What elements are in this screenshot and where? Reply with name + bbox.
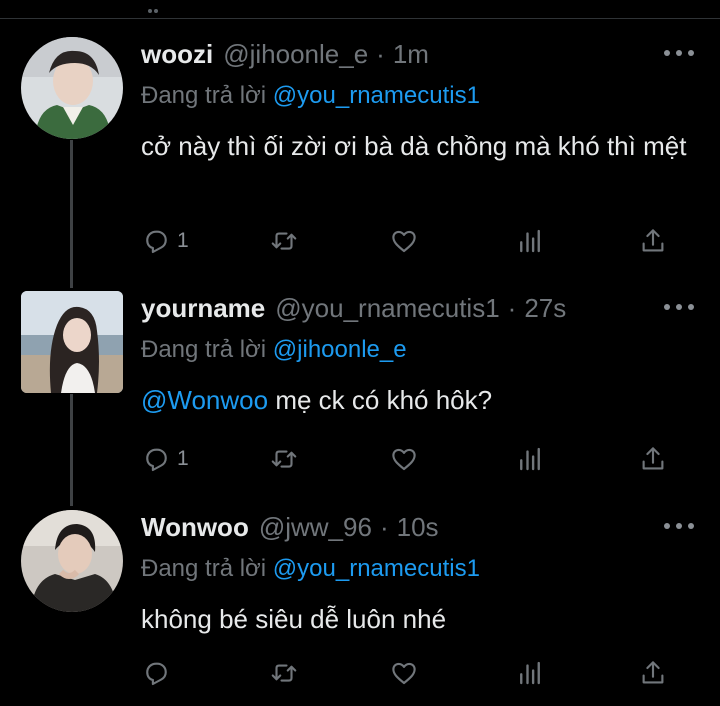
reply-icon: [146, 662, 167, 686]
separator-dot: ·: [376, 39, 385, 69]
top-divider: [0, 18, 720, 19]
share-icon: [642, 661, 664, 684]
replying-label: Đang trả lời: [141, 336, 273, 363]
like-button[interactable]: [389, 442, 419, 476]
like-button[interactable]: [389, 224, 419, 258]
retweet-button[interactable]: [269, 442, 299, 476]
user-handle[interactable]: @jihoonle_e: [223, 37, 368, 71]
separator-dot: ·: [379, 512, 389, 542]
replying-to: Đang trả lời @you_rnamecutis1: [141, 81, 480, 111]
tweet-header: Wonwoo @jww_96 · 10s: [141, 510, 439, 544]
replying-label: Đang trả lời: [141, 82, 273, 109]
tweet-header: yourname @you_rnamecutis1 · 27s: [141, 291, 566, 325]
like-button[interactable]: [389, 656, 419, 690]
tweet[interactable]: Wonwoo @jww_96 · 10s Đang trả lời @you_r…: [0, 510, 720, 706]
tweet-text: không bé siêu dễ luôn nhé: [141, 598, 701, 640]
replying-to: Đang trả lời @you_rnamecutis1: [141, 554, 480, 584]
display-name[interactable]: yourname: [141, 291, 265, 325]
display-name[interactable]: Wonwoo: [141, 510, 249, 544]
body-text: không bé siêu dễ luôn nhé: [141, 604, 447, 634]
tweet[interactable]: yourname @you_rnamecutis1 · 27s Đang trả…: [0, 291, 720, 491]
timestamp[interactable]: 10s: [397, 510, 439, 544]
share-button[interactable]: [638, 656, 668, 690]
body-mention[interactable]: @Wonwoo: [141, 385, 268, 415]
reply-button[interactable]: 1: [141, 442, 189, 476]
share-icon: [642, 229, 664, 252]
more-icon[interactable]: [664, 518, 694, 534]
retweet-button[interactable]: [269, 656, 299, 690]
views-button[interactable]: [515, 656, 545, 690]
body-text: cở này thì ối zời ơi bà dà chồng mà khó …: [141, 131, 687, 161]
replying-mention[interactable]: @you_rnamecutis1: [273, 82, 480, 109]
body-text: mẹ ck có khó hôk?: [268, 385, 493, 415]
reply-icon: [146, 448, 167, 472]
avatar[interactable]: [21, 291, 123, 393]
retweet-button[interactable]: [269, 224, 299, 258]
replying-label: Đang trả lời: [141, 555, 273, 582]
reply-icon: [146, 230, 167, 254]
more-icon[interactable]: [664, 45, 694, 61]
retweet-icon: [271, 664, 297, 682]
views-icon: [520, 447, 540, 471]
avatar-photo-yourname: [21, 291, 123, 393]
timestamp[interactable]: 27s: [524, 291, 566, 325]
views-button[interactable]: [515, 442, 545, 476]
retweet-icon: [271, 450, 297, 468]
action-bar: 1: [141, 442, 701, 476]
display-name[interactable]: woozi: [141, 37, 213, 71]
views-button[interactable]: [515, 224, 545, 258]
like-icon: [392, 662, 416, 685]
share-button[interactable]: [638, 224, 668, 258]
share-icon: [642, 447, 664, 470]
avatar-photo-wonwoo: [21, 510, 123, 612]
user-handle[interactable]: @you_rnamecutis1: [275, 291, 499, 325]
tweet-text: @Wonwoo mẹ ck có khó hôk?: [141, 379, 701, 421]
avatar[interactable]: [21, 510, 123, 612]
reply-count: 1: [177, 447, 189, 470]
reply-button[interactable]: 1: [141, 224, 189, 258]
separator-dot: ·: [507, 293, 517, 323]
user-handle[interactable]: @jww_96: [259, 510, 372, 544]
reply-button[interactable]: [141, 656, 177, 690]
action-bar: [141, 656, 701, 690]
top-overflow-indicator: [148, 0, 162, 13]
replying-mention[interactable]: @jihoonle_e: [273, 336, 407, 363]
retweet-icon: [271, 232, 297, 250]
tweet-text: cở này thì ối zời ơi bà dà chồng mà khó …: [141, 125, 701, 167]
reply-count: 1: [177, 229, 189, 252]
more-icon[interactable]: [664, 299, 694, 315]
avatar[interactable]: [21, 37, 123, 139]
share-button[interactable]: [638, 442, 668, 476]
tweet[interactable]: woozi @jihoonle_e · 1m Đang trả lời @you…: [0, 37, 720, 267]
replying-to: Đang trả lời @jihoonle_e: [141, 335, 407, 365]
like-icon: [392, 448, 416, 471]
like-icon: [392, 230, 416, 253]
avatar-photo-woozi: [21, 37, 123, 139]
action-bar: 1: [141, 224, 701, 258]
views-icon: [520, 661, 540, 685]
tweet-header: woozi @jihoonle_e · 1m: [141, 37, 429, 71]
views-icon: [520, 229, 540, 253]
replying-mention[interactable]: @you_rnamecutis1: [273, 555, 480, 582]
timestamp[interactable]: 1m: [393, 37, 429, 71]
